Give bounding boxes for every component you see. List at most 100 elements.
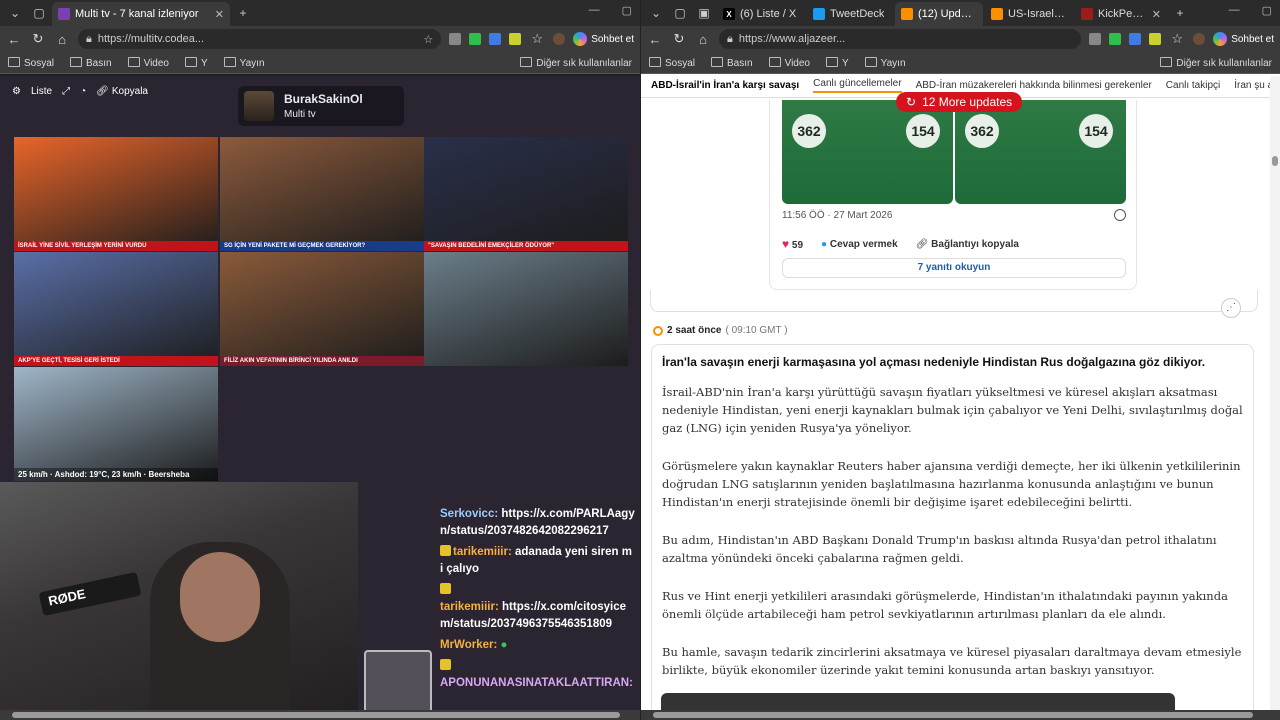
workspaces-icon[interactable]: ▢: [28, 2, 50, 24]
reply-button[interactable]: ● Cevap vermek: [821, 239, 898, 250]
chat-username[interactable]: Serkovicc:: [440, 508, 498, 520]
stream-tile[interactable]: FİLİZ AKIN VEFATININ BİRİNCİ YILINDA ANI…: [220, 252, 424, 366]
home-icon[interactable]: ⌂: [54, 32, 70, 47]
bookmark-folder[interactable]: Basın: [711, 57, 753, 69]
nav-item-live-updates[interactable]: Canlı güncellemeler: [813, 78, 902, 93]
tweet-image[interactable]: 362 154: [782, 100, 953, 204]
heart-icon: ♥: [782, 237, 790, 251]
timer-icon[interactable]: ◔: [80, 86, 86, 97]
bookmark-folder[interactable]: Y: [185, 57, 208, 69]
star-icon[interactable]: ☆: [423, 33, 433, 46]
close-tab-icon[interactable]: ✕: [1152, 8, 1161, 21]
horizontal-scrollbar[interactable]: [0, 710, 640, 720]
tab-updates[interactable]: (12) Updates: [895, 2, 983, 26]
info-icon[interactable]: [1114, 209, 1126, 221]
lock-icon: 🔒︎: [86, 32, 92, 45]
extension-icon[interactable]: [1109, 33, 1122, 45]
favorites-icon[interactable]: ☆: [1169, 31, 1185, 47]
vertical-scrollbar[interactable]: [1270, 76, 1280, 720]
list-button[interactable]: Liste: [31, 86, 52, 97]
bookmark-folder[interactable]: Video: [769, 57, 810, 69]
tab-x-list[interactable]: X (6) Liste / X: [717, 2, 805, 26]
minimize-icon[interactable]: —: [1229, 4, 1240, 17]
stream-tile[interactable]: 25 km/h · Ashdod: 19°C, 23 km/h · Beersh…: [14, 367, 218, 481]
bookmark-folder[interactable]: Sosyal: [649, 57, 695, 69]
fullscreen-icon[interactable]: ⤢: [62, 86, 70, 97]
bookmark-folder[interactable]: Y: [826, 57, 849, 69]
copy-link-button[interactable]: 🔗︎ Bağlantıyı kopyala: [916, 239, 1019, 250]
favorites-icon[interactable]: ☆: [529, 31, 545, 47]
copy-link-button[interactable]: 🔗︎ Kopyala: [96, 86, 148, 97]
home-icon[interactable]: ⌂: [695, 32, 711, 47]
tab-tweetdeck[interactable]: TweetDeck: [807, 2, 893, 26]
horizontal-scrollbar[interactable]: [641, 710, 1280, 720]
tab-group-icon[interactable]: ▣: [693, 2, 715, 24]
like-button[interactable]: ♥ 59: [782, 237, 803, 251]
tab-actions-icon[interactable]: ⌄: [645, 2, 667, 24]
badge-icon: [440, 545, 451, 556]
share-icon[interactable]: ⋰: [1221, 298, 1241, 318]
other-favorites-folder[interactable]: Diğer sık kullanılanlar: [1160, 57, 1272, 69]
profile-avatar[interactable]: [553, 33, 566, 45]
stream-tile[interactable]: AKP'YE GEÇTİ, TESİSİ GERİ İSTEDİ: [14, 252, 218, 366]
stream-video: [14, 137, 218, 251]
stream-tile[interactable]: "SAVAŞIN BEDELİNİ EMEKÇİLER ÖDÜYOR": [424, 137, 628, 251]
channel-card[interactable]: BurakSakinOl Multi tv: [238, 86, 404, 126]
stream-tile[interactable]: İSRAİL YİNE SİVİL YERLEŞİM YERİNİ VURDU: [14, 137, 218, 251]
bookmark-folder[interactable]: Sosyal: [8, 57, 54, 69]
other-favorites-folder[interactable]: Diğer sık kullanılanlar: [520, 57, 632, 69]
stream-tile[interactable]: [424, 252, 628, 366]
nav-item-explainer[interactable]: ABD-İran müzakereleri hakkında bilinmesi…: [916, 80, 1152, 91]
extension-icon[interactable]: [489, 33, 502, 45]
tab-multitv[interactable]: Multi tv - 7 kanal izleniyor ✕: [52, 2, 230, 26]
left-browser-window: ⌄ ▢ Multi tv - 7 kanal izleniyor ✕ + — ▢…: [0, 0, 640, 720]
read-replies-button[interactable]: 7 yanıtı okuyun: [782, 258, 1126, 278]
tweet-image[interactable]: 362 154: [955, 100, 1126, 204]
new-tab-icon[interactable]: +: [232, 2, 254, 24]
chat-username[interactable]: MrWorker:: [440, 639, 497, 651]
scrollbar-thumb[interactable]: [12, 712, 620, 718]
url-field[interactable]: 🔒︎ https://multitv.codea... ☆: [78, 29, 442, 49]
maximize-icon[interactable]: ▢: [1262, 4, 1272, 17]
extension-icon[interactable]: [449, 33, 462, 45]
copilot-button[interactable]: Sohbet et: [1213, 32, 1274, 46]
bookmark-folder[interactable]: Yayın: [224, 57, 265, 69]
tab-us-israel-war[interactable]: US-Israel war: [985, 2, 1073, 26]
workspaces-icon[interactable]: ▢: [669, 2, 691, 24]
minimize-icon[interactable]: —: [589, 4, 600, 17]
chat-username[interactable]: tarikemiiir:: [440, 601, 499, 613]
tweet-images: 362 154 362 154: [782, 100, 1126, 204]
bookmark-folder[interactable]: Basın: [70, 57, 112, 69]
stream-tile[interactable]: SG İÇİN YENİ PAKETE Mİ GEÇMEK GEREKİYOR?: [220, 137, 424, 251]
embedded-tweet: 362 154 362 154 11:56 ÖÖ · 27 Mart 2026 …: [769, 100, 1137, 290]
more-updates-button[interactable]: ↻ 12 More updates: [896, 92, 1023, 112]
bookmark-folder[interactable]: Yayın: [865, 57, 906, 69]
extension-icon[interactable]: [1129, 33, 1142, 45]
refresh-icon[interactable]: ↻: [30, 31, 46, 47]
close-tab-icon[interactable]: ✕: [215, 8, 224, 21]
url-field[interactable]: 🔒︎ https://www.aljazeer...: [719, 29, 1082, 49]
tab-actions-icon[interactable]: ⌄: [4, 2, 26, 24]
refresh-icon[interactable]: ↻: [671, 31, 687, 47]
tab-kickpeek[interactable]: KickPeek - Ki ✕: [1075, 2, 1167, 26]
maximize-icon[interactable]: ▢: [622, 4, 632, 17]
new-tab-icon[interactable]: +: [1169, 2, 1191, 24]
scrollbar-thumb[interactable]: [1272, 156, 1278, 166]
profile-avatar[interactable]: [1193, 33, 1206, 45]
bookmark-folder[interactable]: Video: [128, 57, 169, 69]
chat-username[interactable]: tarikemiiir:: [453, 546, 512, 558]
copilot-button[interactable]: Sohbet et: [573, 32, 634, 46]
scrollbar-thumb[interactable]: [653, 712, 1253, 718]
tweet-timestamp[interactable]: 11:56 ÖÖ · 27 Mart 2026: [782, 210, 892, 221]
extension-icon[interactable]: [509, 33, 522, 45]
back-icon[interactable]: ←: [6, 32, 22, 47]
live-blog-title[interactable]: ABD-İsrail'in İran'a karşı savaşı: [651, 80, 799, 91]
nav-item-live-tracker[interactable]: Canlı takipçi: [1166, 80, 1220, 91]
extension-icon[interactable]: [469, 33, 482, 45]
extension-icon[interactable]: [1089, 33, 1102, 45]
settings-icon[interactable]: ⚙: [12, 86, 21, 97]
bookmarks-bar: Sosyal Basın Video Y Yayın Diğer sık kul…: [0, 52, 640, 74]
extension-icon[interactable]: [1149, 33, 1162, 45]
back-icon[interactable]: ←: [647, 32, 663, 47]
chat-username[interactable]: APONUNANASINATAKLAATTIRAN:: [440, 677, 633, 689]
